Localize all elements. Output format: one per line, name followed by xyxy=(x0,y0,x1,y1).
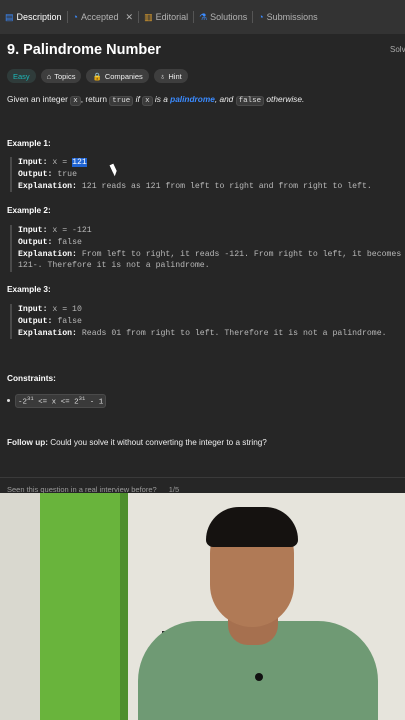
person-hair xyxy=(206,507,298,547)
flask-icon: ⚗ xyxy=(199,11,208,22)
example-heading: Example 3: xyxy=(7,284,51,294)
selected-text: 121 xyxy=(72,158,87,167)
example-block: Input: x = 121 Output: true Explanation:… xyxy=(10,157,372,193)
bullet xyxy=(7,399,10,403)
inline-code: x xyxy=(142,96,153,106)
close-icon[interactable]: ✕ xyxy=(126,12,134,22)
background-wall xyxy=(0,493,40,720)
example-block: Input: x = -121 Output: false Explanatio… xyxy=(10,225,401,273)
follow-up: Follow up: Could you solve it without co… xyxy=(7,438,267,447)
tag-row: Easy ⌂ Topics 🔒 Companies ♁ Hint xyxy=(7,69,188,83)
problem-description: Given an integer x, return true if x is … xyxy=(7,94,305,106)
inline-code: x xyxy=(70,96,81,106)
difficulty-badge: Easy xyxy=(7,69,36,83)
tab-accepted[interactable]: ◔ Accepted ✕ xyxy=(68,0,139,34)
tab-description[interactable]: ▤ Description xyxy=(0,0,67,34)
pager: 1/5 xyxy=(168,485,180,493)
problem-panel: ▤ Description ◔ Accepted ✕ ▥ Editorial ⚗… xyxy=(0,0,405,493)
constraint-item: -231 <= x <= 231 - 1 xyxy=(7,394,107,408)
webcam-feed xyxy=(0,493,405,720)
topics-button[interactable]: ⌂ Topics xyxy=(40,69,82,83)
example-heading: Example 1: xyxy=(7,138,51,148)
palindrome-link[interactable]: palindrome xyxy=(170,94,215,104)
constraints-heading: Constraints: xyxy=(7,373,56,383)
lapel-mic-icon xyxy=(255,673,263,681)
lock-icon: 🔒 xyxy=(92,71,102,81)
example-heading: Example 2: xyxy=(7,205,51,215)
tab-bar: ▤ Description ◔ Accepted ✕ ▥ Editorial ⚗… xyxy=(0,0,405,34)
inline-code: true xyxy=(109,96,134,106)
green-door xyxy=(40,493,128,720)
tag-icon: ⌂ xyxy=(46,71,52,81)
tab-submissions[interactable]: ◔ Submissions xyxy=(253,0,322,34)
door-edge xyxy=(120,493,128,720)
tab-solutions[interactable]: ⚗ Solutions xyxy=(194,0,252,34)
lightbulb-icon: ♁ xyxy=(159,71,166,81)
page-title: 9. Palindrome Number xyxy=(7,42,161,58)
history-icon: ◔ xyxy=(258,11,264,22)
history-icon: ◔ xyxy=(72,11,78,22)
tab-editorial[interactable]: ▥ Editorial xyxy=(139,0,193,34)
inline-code: false xyxy=(235,96,265,106)
solved-status: Solv xyxy=(390,45,405,54)
example-block: Input: x = 10 Output: false Explanation:… xyxy=(10,304,387,340)
document-icon: ▤ xyxy=(5,11,14,22)
hint-button[interactable]: ♁ Hint xyxy=(153,69,188,83)
companies-button[interactable]: 🔒 Companies xyxy=(86,69,149,83)
book-icon: ▥ xyxy=(144,11,153,22)
constraint-code: -231 <= x <= 231 - 1 xyxy=(15,394,107,408)
interview-prompt: Seen this question in a real interview b… xyxy=(0,477,405,493)
